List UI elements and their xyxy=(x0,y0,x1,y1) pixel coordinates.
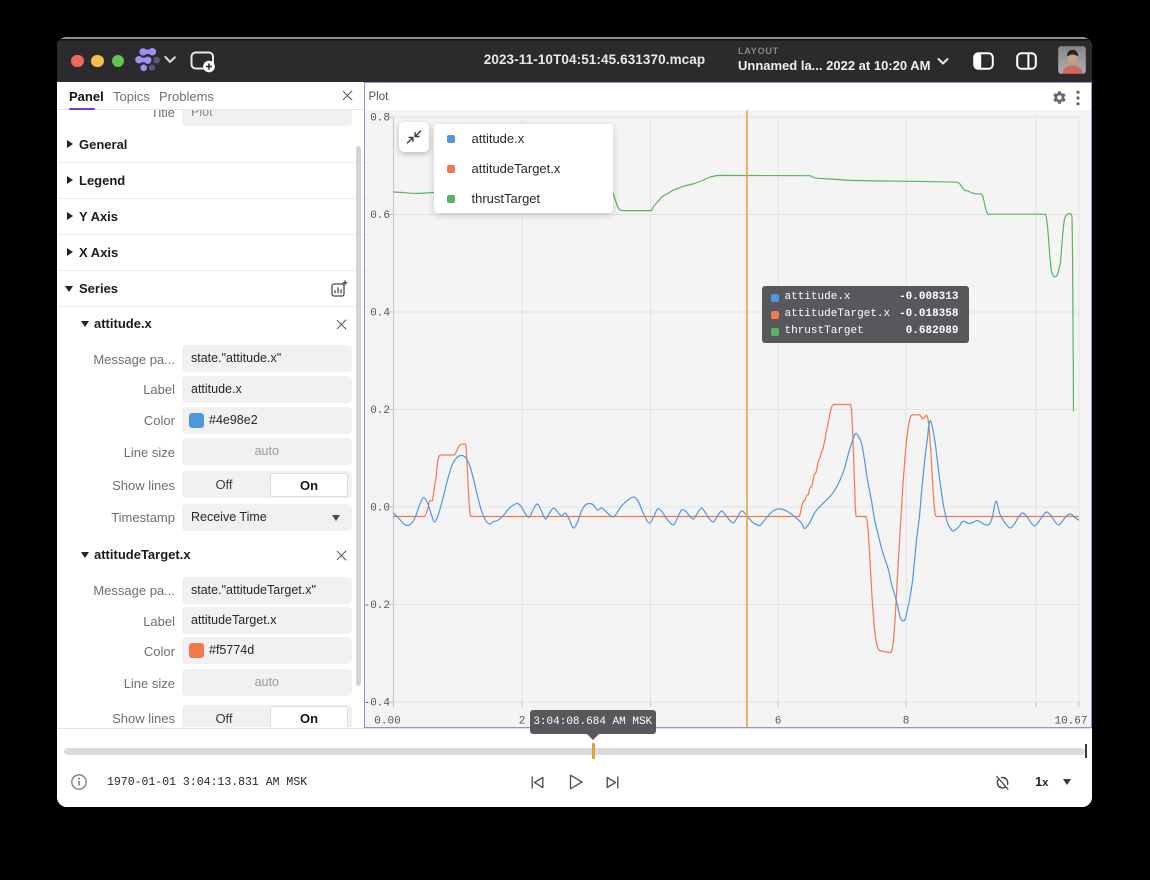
svg-text:2: 2 xyxy=(518,715,525,727)
svg-text:0.6: 0.6 xyxy=(370,210,390,222)
svg-text:0.8: 0.8 xyxy=(370,112,390,124)
svg-text:0.4: 0.4 xyxy=(370,307,390,319)
svg-text:0.00: 0.00 xyxy=(374,715,400,727)
svg-text:10.67: 10.67 xyxy=(1054,715,1087,727)
svg-text:-0.4: -0.4 xyxy=(365,697,390,709)
svg-text:6: 6 xyxy=(774,715,781,727)
svg-text:0.2: 0.2 xyxy=(370,405,390,417)
svg-text:0.0: 0.0 xyxy=(370,502,390,514)
svg-text:8: 8 xyxy=(902,715,909,727)
svg-text:-0.2: -0.2 xyxy=(365,600,390,612)
